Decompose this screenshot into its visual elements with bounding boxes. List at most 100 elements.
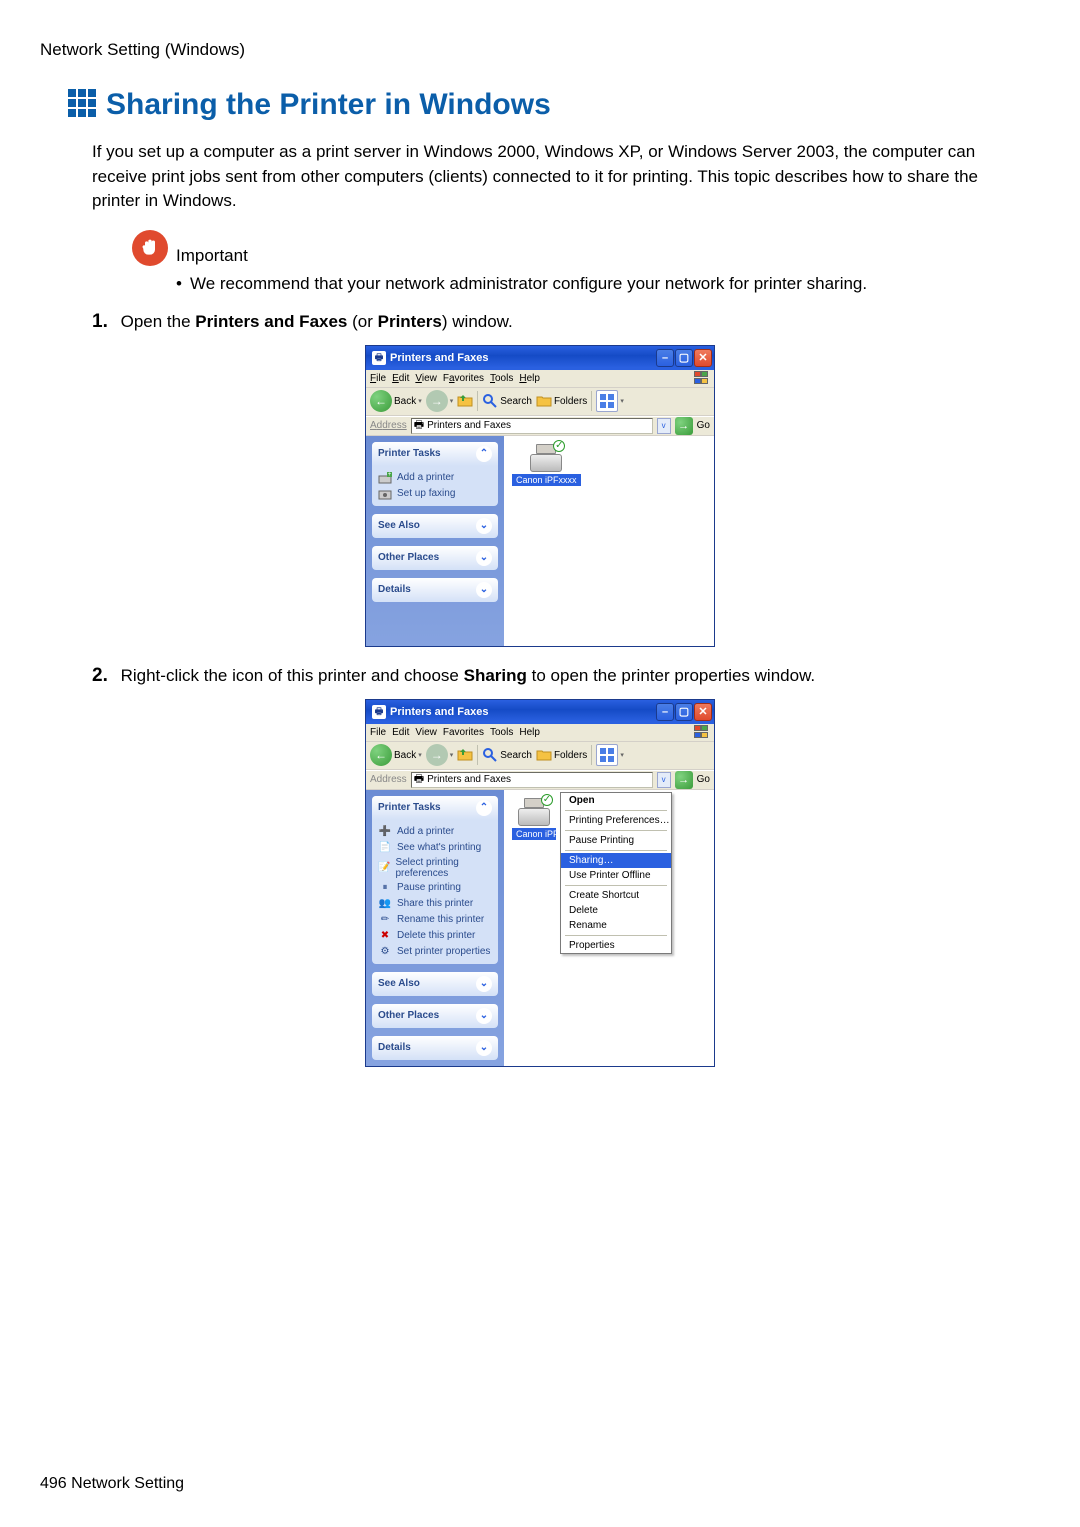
- panel-printer-tasks-header[interactable]: Printer Tasks: [378, 802, 441, 813]
- task-rename-printer[interactable]: ✏Rename this printer: [378, 912, 492, 928]
- task-pause-printing[interactable]: ⏸Pause printing: [378, 880, 492, 896]
- address-dropdown[interactable]: v: [657, 772, 671, 788]
- panel-printer-tasks: Printer Tasks ⌃ ➕Add a printer 📄See what'…: [372, 796, 498, 964]
- maximize-button[interactable]: ▢: [675, 703, 693, 721]
- panel-details-header[interactable]: Details: [378, 584, 411, 595]
- expand-icon[interactable]: ⌄: [476, 1008, 492, 1024]
- folders-button[interactable]: Folders: [536, 747, 587, 763]
- search-button[interactable]: Search: [482, 747, 532, 763]
- expand-icon[interactable]: ⌄: [476, 550, 492, 566]
- go-button[interactable]: →: [675, 771, 693, 789]
- step-1-number: 1.: [92, 311, 108, 332]
- address-input[interactable]: 🖶Printers and Faxes: [411, 772, 653, 788]
- ctx-delete[interactable]: Delete: [561, 903, 671, 918]
- task-add-printer[interactable]: +Add a printer: [378, 470, 492, 486]
- task-select-preferences[interactable]: 📝Select printing preferences: [378, 856, 492, 880]
- folders-button[interactable]: Folders: [536, 393, 587, 409]
- up-button[interactable]: [457, 393, 473, 409]
- address-dropdown[interactable]: v: [657, 418, 671, 434]
- step-1: 1. Open the Printers and Faxes (or Print…: [92, 311, 1040, 333]
- views-button[interactable]: ▾: [596, 744, 624, 766]
- ctx-properties[interactable]: Properties: [561, 938, 671, 953]
- panel-see-also: See Also ⌄: [372, 514, 498, 538]
- panel-other-places-header[interactable]: Other Places: [378, 1010, 439, 1021]
- go-button[interactable]: →: [675, 417, 693, 435]
- svg-text:+: +: [388, 472, 392, 478]
- address-input[interactable]: 🖶Printers and Faxes: [411, 418, 653, 434]
- up-button[interactable]: [457, 747, 473, 763]
- menubar: File Edit View Favorites Tools Help: [366, 370, 714, 388]
- page-footer: 496 Network Setting: [40, 1475, 184, 1493]
- minimize-button[interactable]: –: [656, 703, 674, 721]
- printer-icon-item[interactable]: ✓ Canon iPFxxxx: [512, 444, 581, 486]
- panel-see-also-header[interactable]: See Also: [378, 520, 420, 531]
- task-setup-faxing[interactable]: Set up faxing: [378, 486, 492, 502]
- maximize-button[interactable]: ▢: [675, 349, 693, 367]
- menu-file[interactable]: File: [370, 727, 386, 738]
- expand-icon[interactable]: ⌄: [476, 518, 492, 534]
- close-button[interactable]: ✕: [694, 703, 712, 721]
- window-title: Printers and Faxes: [390, 706, 488, 718]
- menu-file[interactable]: File: [370, 373, 386, 384]
- forward-button[interactable]: → ▾: [426, 390, 454, 412]
- panel-other-places: Other Places ⌄: [372, 1004, 498, 1028]
- back-button[interactable]: ←Back ▾: [370, 390, 422, 412]
- ctx-open[interactable]: Open: [561, 793, 671, 808]
- expand-icon[interactable]: ⌄: [476, 582, 492, 598]
- ctx-sharing[interactable]: Sharing…: [561, 853, 671, 868]
- go-label: Go: [697, 420, 710, 431]
- menu-view[interactable]: View: [415, 373, 437, 384]
- close-button[interactable]: ✕: [694, 349, 712, 367]
- content-area: ✓ Canon iPFxxxx: [504, 436, 714, 646]
- context-menu: Open Printing Preferences… Pause Printin…: [560, 792, 672, 954]
- step-1-post: ) window.: [442, 312, 513, 331]
- menu-edit[interactable]: Edit: [392, 373, 409, 384]
- panel-other-places-header[interactable]: Other Places: [378, 552, 439, 563]
- collapse-icon[interactable]: ⌃: [476, 800, 492, 816]
- printer-icon-item[interactable]: ✓ Canon iPF: [512, 798, 556, 840]
- menu-tools[interactable]: Tools: [490, 373, 513, 384]
- panel-printer-tasks-header[interactable]: Printer Tasks: [378, 448, 441, 459]
- expand-icon[interactable]: ⌄: [476, 976, 492, 992]
- collapse-icon[interactable]: ⌃: [476, 446, 492, 462]
- panel-details: Details ⌄: [372, 1036, 498, 1060]
- menu-edit[interactable]: Edit: [392, 727, 409, 738]
- task-see-whats-printing[interactable]: 📄See what's printing: [378, 840, 492, 856]
- menu-tools[interactable]: Tools: [490, 727, 513, 738]
- screenshot-2-window: 🖶 Printers and Faxes – ▢ ✕ File Edit Vie…: [365, 699, 715, 1067]
- window-title: Printers and Faxes: [390, 352, 488, 364]
- ctx-use-offline[interactable]: Use Printer Offline: [561, 868, 671, 883]
- windows-flag-icon: [694, 371, 710, 385]
- task-add-printer[interactable]: ➕Add a printer: [378, 824, 492, 840]
- expand-icon[interactable]: ⌄: [476, 1040, 492, 1056]
- step-1-mid: (or: [347, 312, 377, 331]
- menubar: File Edit View Favorites Tools Help: [366, 724, 714, 742]
- ctx-printing-preferences[interactable]: Printing Preferences…: [561, 813, 671, 828]
- menu-favorites[interactable]: Favorites: [443, 373, 484, 384]
- views-button[interactable]: ▾: [596, 390, 624, 412]
- ctx-pause-printing[interactable]: Pause Printing: [561, 833, 671, 848]
- printer-label: Canon iPF: [512, 828, 556, 840]
- important-note: We recommend that your network administr…: [176, 272, 1040, 297]
- forward-button[interactable]: → ▾: [426, 744, 454, 766]
- search-button[interactable]: Search: [482, 393, 532, 409]
- toolbar: ←Back ▾ → ▾ Search Folders ▾: [366, 742, 714, 770]
- panel-other-places: Other Places ⌄: [372, 546, 498, 570]
- back-button[interactable]: ←Back ▾: [370, 744, 422, 766]
- task-delete-printer[interactable]: ✖Delete this printer: [378, 928, 492, 944]
- panel-see-also-header[interactable]: See Also: [378, 978, 420, 989]
- menu-view[interactable]: View: [415, 727, 437, 738]
- page-header-section: Network Setting (Windows): [40, 40, 1040, 60]
- task-share-printer[interactable]: 👥Share this printer: [378, 896, 492, 912]
- menu-help[interactable]: Help: [519, 373, 540, 384]
- panel-details-header[interactable]: Details: [378, 1042, 411, 1053]
- ctx-create-shortcut[interactable]: Create Shortcut: [561, 888, 671, 903]
- panel-details: Details ⌄: [372, 578, 498, 602]
- menu-favorites[interactable]: Favorites: [443, 727, 484, 738]
- minimize-button[interactable]: –: [656, 349, 674, 367]
- menu-help[interactable]: Help: [519, 727, 540, 738]
- ctx-rename[interactable]: Rename: [561, 918, 671, 933]
- content-area: ✓ Canon iPF Open Printing Preferences… P…: [504, 790, 714, 1066]
- step-2-number: 2.: [92, 665, 108, 686]
- task-set-properties[interactable]: ⚙Set printer properties: [378, 944, 492, 960]
